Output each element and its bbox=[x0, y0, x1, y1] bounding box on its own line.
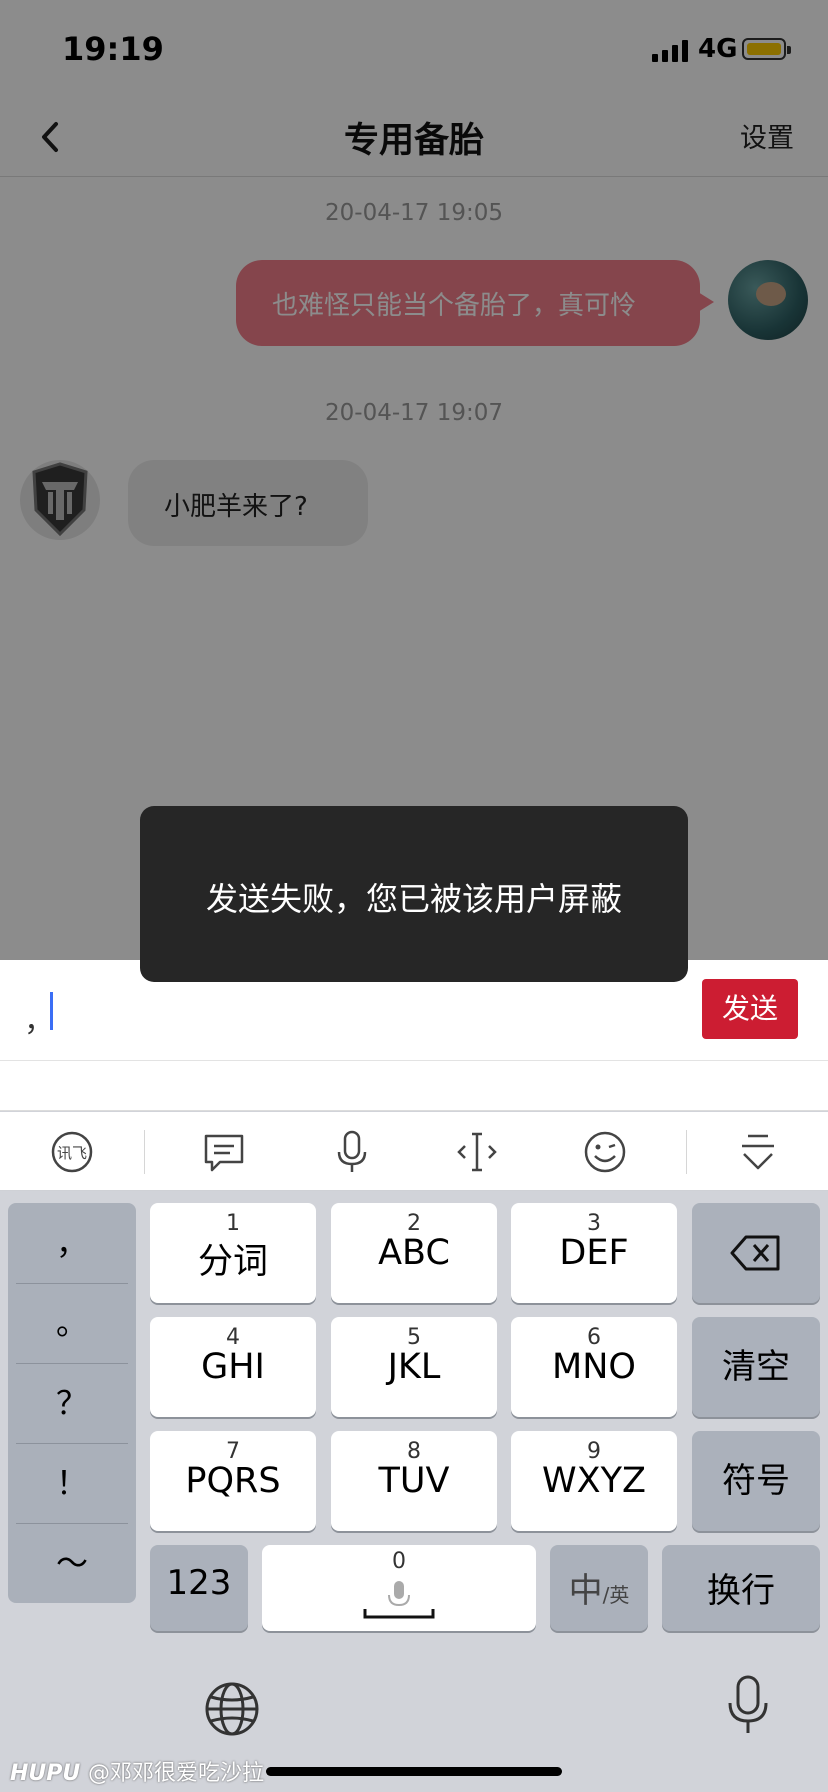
punctuation-column[interactable]: ， 。 ？ ！ ～ bbox=[8, 1203, 136, 1603]
punct-key[interactable]: 。 bbox=[8, 1283, 136, 1363]
message-input-bar: ， 发送 bbox=[0, 960, 828, 1111]
microphone-icon[interactable] bbox=[330, 1130, 374, 1174]
key-4[interactable]: 4 GHI bbox=[150, 1317, 316, 1417]
text-cursor-icon[interactable] bbox=[455, 1130, 499, 1174]
key-label: WXYZ bbox=[542, 1461, 646, 1501]
numbers-key[interactable]: 123 bbox=[150, 1545, 248, 1631]
backspace-icon bbox=[730, 1235, 780, 1271]
punct-key[interactable]: ， bbox=[8, 1203, 136, 1283]
key-number: 0 bbox=[392, 1549, 406, 1574]
globe-icon[interactable] bbox=[204, 1681, 260, 1737]
key-label: MNO bbox=[552, 1347, 636, 1387]
space-mic-icon bbox=[363, 1581, 435, 1619]
keyboard-toolbar: 讯飞 bbox=[0, 1112, 828, 1191]
key-label: 分词 bbox=[197, 1242, 268, 1282]
ifly-logo-icon[interactable]: 讯飞 bbox=[50, 1130, 94, 1174]
key-5[interactable]: 5 JKL bbox=[331, 1317, 497, 1417]
error-toast: 发送失败，您已被该用户屏蔽 bbox=[140, 806, 688, 982]
backspace-key[interactable] bbox=[692, 1203, 820, 1303]
emoji-icon[interactable] bbox=[583, 1130, 627, 1174]
message-icon[interactable] bbox=[202, 1130, 246, 1174]
lang-sub-label: /英 bbox=[602, 1583, 630, 1607]
watermark-handle: @邓邓很爱吃沙拉 bbox=[87, 1761, 264, 1786]
divider bbox=[0, 1060, 828, 1061]
punct-key[interactable]: ！ bbox=[8, 1443, 136, 1523]
key-1[interactable]: 1 分词 bbox=[150, 1203, 316, 1303]
key-9[interactable]: 9 WXYZ bbox=[511, 1431, 677, 1531]
lang-main-label: 中 bbox=[568, 1571, 603, 1611]
dictation-mic-icon[interactable] bbox=[726, 1675, 770, 1737]
key-label: 123 bbox=[166, 1563, 232, 1603]
watermark: HUPU @邓邓很爱吃沙拉 bbox=[10, 1755, 264, 1787]
key-3[interactable]: 3 DEF bbox=[511, 1203, 677, 1303]
key-label: 清空 bbox=[722, 1347, 790, 1387]
key-7[interactable]: 7 PQRS bbox=[150, 1431, 316, 1531]
key-label: DEF bbox=[559, 1233, 629, 1273]
collapse-keyboard-icon[interactable] bbox=[736, 1130, 780, 1174]
key-label: 符号 bbox=[722, 1461, 790, 1501]
key-8[interactable]: 8 TUV bbox=[331, 1431, 497, 1531]
key-label: ABC bbox=[378, 1233, 450, 1273]
text-caret bbox=[50, 992, 53, 1030]
key-label: 换行 bbox=[707, 1571, 775, 1611]
key-label: PQRS bbox=[185, 1461, 281, 1501]
return-key[interactable]: 换行 bbox=[662, 1545, 820, 1631]
ifly-logo-text: 讯飞 bbox=[57, 1144, 87, 1162]
watermark-brand: HUPU bbox=[10, 1761, 81, 1786]
key-6[interactable]: 6 MNO bbox=[511, 1317, 677, 1417]
key-label: TUV bbox=[378, 1461, 450, 1501]
keyboard: ， 。 ？ ！ ～ 1 分词 2 ABC 3 DEF 4 GHI 5 JKL 6… bbox=[0, 1191, 828, 1792]
key-label: JKL bbox=[387, 1347, 441, 1387]
language-switch-key[interactable]: 中/英 bbox=[550, 1545, 648, 1631]
send-button[interactable]: 发送 bbox=[702, 979, 798, 1039]
key-label: GHI bbox=[201, 1347, 265, 1387]
clear-key[interactable]: 清空 bbox=[692, 1317, 820, 1417]
home-indicator[interactable] bbox=[266, 1767, 562, 1776]
space-key[interactable]: 0 bbox=[262, 1545, 536, 1631]
punct-key[interactable]: ？ bbox=[8, 1363, 136, 1443]
punct-key[interactable]: ～ bbox=[8, 1523, 136, 1603]
symbols-key[interactable]: 符号 bbox=[692, 1431, 820, 1531]
toast-text: 发送失败，您已被该用户屏蔽 bbox=[205, 880, 622, 918]
key-2[interactable]: 2 ABC bbox=[331, 1203, 497, 1303]
